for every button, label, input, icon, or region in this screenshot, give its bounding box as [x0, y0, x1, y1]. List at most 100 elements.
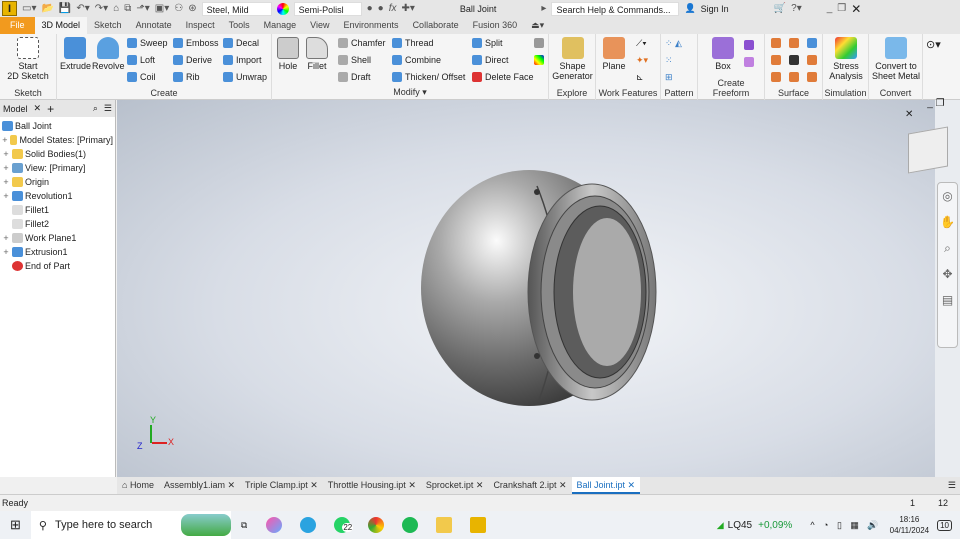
search-input[interactable]: Search Help & Commands...: [551, 1, 680, 16]
sign-in-button[interactable]: Sign In: [701, 4, 729, 14]
browser-node[interactable]: Fillet2: [2, 217, 113, 231]
combine-button[interactable]: Combine: [392, 55, 441, 65]
rib-button[interactable]: Rib: [173, 72, 200, 82]
import-button[interactable]: Import: [223, 55, 262, 65]
taskbar-search[interactable]: ⚲ Type here to search: [30, 511, 231, 539]
expand-icon[interactable]: +: [2, 135, 8, 145]
browser-node[interactable]: End of Part: [2, 259, 113, 273]
orbit-icon[interactable]: ✥: [938, 261, 957, 287]
browser-node[interactable]: + Revolution1: [2, 189, 113, 203]
doc-tab-home[interactable]: ⌂ Home: [117, 477, 159, 494]
notification-icon[interactable]: 10: [937, 519, 952, 531]
search-icon[interactable]: ⌕: [93, 103, 98, 114]
rectangular-pattern-button[interactable]: ⁘ ◭: [665, 38, 682, 49]
system-tray-icons[interactable]: ^ ◔ ▯ ▦ 🔊: [810, 520, 881, 531]
restore-icon[interactable]: ❐: [837, 3, 846, 14]
doc-tab-active[interactable]: Ball Joint.ipt ✕: [571, 477, 641, 494]
open-icon[interactable]: 📂: [41, 3, 53, 14]
material-icon[interactable]: ⊛: [188, 3, 196, 14]
doc-tab[interactable]: Throttle Housing.ipt ✕: [323, 477, 421, 494]
update-icon[interactable]: ⧉: [124, 3, 131, 14]
sketch-pattern-button[interactable]: ⊞: [665, 72, 673, 83]
extrude-button[interactable]: Extrude: [60, 37, 91, 71]
appearance-dropdown[interactable]: Semi-Polisl: [293, 1, 362, 16]
look-at-icon[interactable]: ▤: [938, 287, 957, 313]
material-dropdown[interactable]: Steel, Mild: [201, 1, 272, 16]
shell-button[interactable]: Shell: [338, 55, 371, 65]
tab-annotate[interactable]: Annotate: [129, 17, 179, 34]
copy-object-button[interactable]: [534, 55, 544, 65]
hole-button[interactable]: Hole: [275, 37, 301, 71]
steering-wheel-icon[interactable]: ◎: [938, 183, 957, 209]
spotify-icon[interactable]: [402, 517, 419, 533]
draft-button[interactable]: Draft: [338, 72, 371, 82]
help-icon[interactable]: ?▾: [791, 3, 802, 14]
ucs-button[interactable]: ⊾: [636, 72, 644, 83]
user-icon[interactable]: 👤: [684, 3, 695, 14]
tab-view[interactable]: View: [303, 17, 336, 34]
clock[interactable]: 18:16 04/11/2024: [890, 514, 929, 536]
convert-freeform-button[interactable]: [744, 57, 754, 67]
circular-pattern-button[interactable]: ⁙: [665, 55, 673, 66]
emboss-button[interactable]: Emboss: [173, 38, 219, 48]
stock-name[interactable]: LQ45: [728, 520, 752, 531]
app-logo[interactable]: I: [2, 1, 17, 16]
view-cube[interactable]: [908, 126, 948, 174]
convert-to-sheet-metal-button[interactable]: Convert to Sheet Metal: [871, 37, 921, 81]
ball-joint-model[interactable]: [117, 100, 935, 477]
thread-button[interactable]: Thread: [392, 38, 434, 48]
surface-row-3[interactable]: [771, 72, 817, 82]
expand-icon[interactable]: +: [2, 149, 10, 159]
doc-tab[interactable]: Crankshaft 2.ipt ✕: [488, 477, 571, 494]
chrome-icon[interactable]: [368, 517, 385, 533]
copilot-icon[interactable]: [266, 517, 283, 533]
tab-inspect[interactable]: Inspect: [179, 17, 222, 34]
ribbon-expand-icon[interactable]: ⊙▾: [926, 38, 941, 51]
browser-node[interactable]: Fillet1: [2, 203, 113, 217]
close-browser-icon[interactable]: ✕: [34, 103, 42, 114]
3d-viewport[interactable]: Y X Z: [117, 100, 935, 477]
color-icon[interactable]: ▣▾: [155, 3, 169, 14]
tab-file[interactable]: File: [0, 17, 35, 34]
expand-icon[interactable]: +: [2, 177, 10, 187]
cart-icon[interactable]: 🛒: [774, 3, 786, 14]
add-icon[interactable]: ✚▾: [401, 3, 414, 14]
whatsapp-icon[interactable]: 22: [334, 517, 354, 533]
expand-icon[interactable]: +: [2, 233, 10, 243]
telegram-icon[interactable]: [300, 517, 317, 533]
browser-node[interactable]: + View: [Primary]: [2, 161, 113, 175]
bend-part-button[interactable]: [534, 38, 544, 48]
parameters-icon[interactable]: fx: [389, 3, 397, 14]
expand-icon[interactable]: +: [2, 191, 10, 201]
tab-tools[interactable]: Tools: [222, 17, 257, 34]
adjust-icon[interactable]: ●: [367, 3, 373, 14]
redo-icon[interactable]: ↷▾: [95, 3, 108, 14]
tab-fusion-360[interactable]: Fusion 360: [466, 17, 525, 34]
shape-generator-button[interactable]: Shape Generator: [551, 37, 594, 81]
split-button[interactable]: Split: [472, 38, 503, 48]
axis-button[interactable]: ⟋▾: [636, 38, 647, 49]
box-button[interactable]: Box: [706, 37, 740, 71]
close-icon[interactable]: ✕: [851, 2, 861, 16]
browser-node[interactable]: + Work Plane1: [2, 231, 113, 245]
tab-model[interactable]: Model: [3, 104, 28, 114]
undo-icon[interactable]: ↶▾: [76, 3, 89, 14]
stress-analysis-button[interactable]: Stress Analysis: [825, 37, 867, 81]
task-view-icon[interactable]: ⧉: [241, 520, 247, 531]
home-icon[interactable]: ⌂: [113, 3, 119, 14]
expand-icon[interactable]: +: [2, 163, 10, 173]
loft-button[interactable]: Loft: [127, 55, 155, 65]
coil-button[interactable]: Coil: [127, 72, 156, 82]
direct-button[interactable]: Direct: [472, 55, 509, 65]
decal-button[interactable]: Decal: [223, 38, 259, 48]
thicken-offset-button[interactable]: Thicken/ Offset: [392, 72, 465, 82]
tab-manage[interactable]: Manage: [257, 17, 304, 34]
fillet-button[interactable]: Fillet: [304, 37, 330, 71]
file-explorer-icon[interactable]: [436, 517, 453, 533]
start-2d-sketch-button[interactable]: Start 2D Sketch: [5, 37, 51, 81]
doc-tab[interactable]: Assembly1.iam ✕: [159, 477, 240, 494]
face-freeform-button[interactable]: [744, 40, 754, 50]
minimize-icon[interactable]: _: [827, 3, 833, 14]
browser-node[interactable]: + Solid Bodies(1): [2, 147, 113, 161]
surface-row-1[interactable]: [771, 38, 817, 48]
